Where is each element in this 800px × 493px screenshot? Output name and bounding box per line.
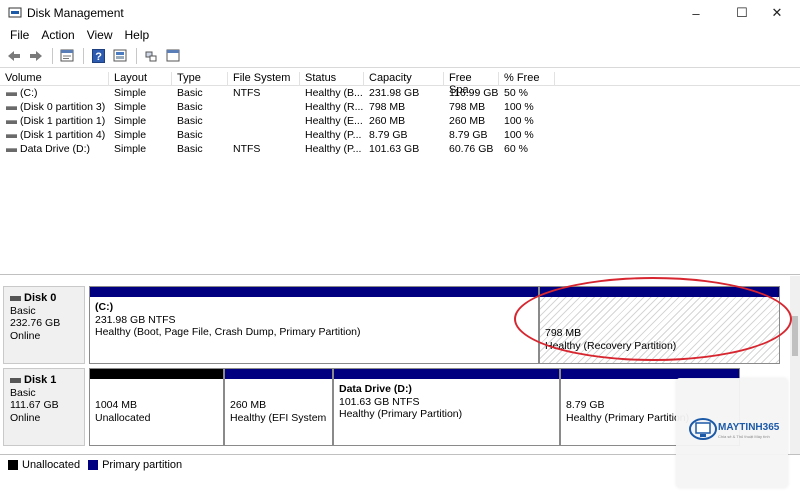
svg-text:?: ? bbox=[95, 51, 102, 63]
menu-action[interactable]: Action bbox=[35, 26, 80, 44]
volume-icon bbox=[6, 134, 17, 138]
toolbar-separator bbox=[83, 47, 84, 64]
scrollbar-thumb[interactable] bbox=[792, 316, 798, 356]
disk-icon bbox=[10, 295, 21, 301]
column-percent-free[interactable]: % Free bbox=[499, 72, 555, 86]
unallocated-bar bbox=[90, 369, 223, 379]
partition-data-drive[interactable]: Data Drive (D:) 101.63 GB NTFS Healthy (… bbox=[333, 368, 560, 446]
watermark-brand: MAYTINH365 bbox=[718, 422, 780, 433]
disk-graphical-view: Disk 0 Basic 232.76 GB Online (C:) 231.9… bbox=[0, 276, 790, 454]
volume-icon bbox=[6, 120, 17, 124]
title-bar: Disk Management – ☐ ✕ bbox=[0, 0, 800, 26]
menu-file[interactable]: File bbox=[4, 26, 35, 44]
toolbar-separator bbox=[52, 47, 53, 64]
table-row[interactable]: Data Drive (D:) Simple Basic NTFS Health… bbox=[0, 143, 800, 157]
refresh-icon bbox=[113, 49, 127, 62]
disk-icon bbox=[10, 377, 21, 383]
properties-icon bbox=[60, 49, 74, 62]
help-icon: ? bbox=[91, 48, 105, 63]
unallocated-swatch bbox=[8, 459, 18, 470]
partition-unallocated[interactable]: 1004 MB Unallocated bbox=[89, 368, 224, 446]
column-file-system[interactable]: File System bbox=[228, 72, 300, 86]
disk-1-label[interactable]: Disk 1 Basic 111.67 GB Online bbox=[3, 368, 85, 446]
menu-view[interactable]: View bbox=[81, 26, 119, 44]
forward-button[interactable] bbox=[26, 47, 46, 65]
minimize-button[interactable]: – bbox=[673, 0, 719, 26]
vertical-scrollbar[interactable] bbox=[790, 276, 800, 454]
back-arrow-icon bbox=[8, 50, 20, 61]
table-row[interactable]: (Disk 1 partition 1) Simple Basic Health… bbox=[0, 115, 800, 129]
table-row[interactable]: (C:) Simple Basic NTFS Healthy (B... 231… bbox=[0, 87, 800, 101]
window-title: Disk Management bbox=[27, 6, 124, 20]
volume-icon bbox=[6, 106, 17, 110]
primary-partition-bar bbox=[225, 369, 332, 379]
legend-unallocated: Unallocated bbox=[22, 458, 81, 471]
legend-primary: Primary partition bbox=[102, 458, 183, 471]
toolbar: ? bbox=[0, 44, 800, 68]
disk-management-icon bbox=[8, 7, 22, 18]
primary-partition-bar bbox=[334, 369, 559, 379]
volume-icon bbox=[6, 92, 17, 96]
partition-efi[interactable]: 260 MB Healthy (EFI System P bbox=[224, 368, 333, 446]
help-button[interactable]: ? bbox=[88, 47, 108, 65]
column-free-space[interactable]: Free Spa... bbox=[444, 72, 499, 96]
forward-arrow-icon bbox=[30, 50, 42, 61]
refresh-button[interactable] bbox=[110, 47, 130, 65]
watermark-tagline: Chia sẻ & Thủ thuật Máy tính bbox=[718, 434, 770, 439]
primary-partition-bar bbox=[540, 287, 779, 297]
console-icon bbox=[145, 51, 157, 62]
properties-button[interactable] bbox=[57, 47, 77, 65]
menu-bar: File Action View Help bbox=[0, 26, 800, 44]
watermark-logo: MAYTINH365 Chia sẻ & Thủ thuật Máy tính bbox=[676, 378, 788, 488]
primary-partition-bar bbox=[90, 287, 538, 297]
volume-list: Volume Layout Type File System Status Ca… bbox=[0, 70, 800, 275]
volume-list-header: Volume Layout Type File System Status Ca… bbox=[0, 70, 800, 96]
rescan-button[interactable] bbox=[141, 47, 161, 65]
close-button[interactable]: ✕ bbox=[754, 0, 800, 26]
toolbar-separator bbox=[136, 47, 137, 64]
properties-icon bbox=[166, 49, 180, 62]
disk-0-label[interactable]: Disk 0 Basic 232.76 GB Online bbox=[3, 286, 85, 364]
partition-recovery[interactable]: 798 MB Healthy (Recovery Partition) bbox=[539, 286, 780, 364]
table-row[interactable]: (Disk 0 partition 3) Simple Basic Health… bbox=[0, 101, 800, 115]
partition-c[interactable]: (C:) 231.98 GB NTFS Healthy (Boot, Page … bbox=[89, 286, 539, 364]
back-button[interactable] bbox=[4, 47, 24, 65]
settings-button[interactable] bbox=[163, 47, 183, 65]
column-status[interactable]: Status bbox=[300, 72, 364, 86]
column-volume[interactable]: Volume bbox=[0, 72, 109, 86]
column-capacity[interactable]: Capacity bbox=[364, 72, 444, 86]
column-layout[interactable]: Layout bbox=[109, 72, 172, 86]
menu-help[interactable]: Help bbox=[119, 26, 156, 44]
computer-logo-icon bbox=[689, 418, 717, 440]
column-type[interactable]: Type bbox=[172, 72, 228, 86]
table-row[interactable]: (Disk 1 partition 4) Simple Basic Health… bbox=[0, 129, 800, 143]
primary-swatch bbox=[88, 459, 99, 470]
volume-icon bbox=[6, 148, 17, 152]
